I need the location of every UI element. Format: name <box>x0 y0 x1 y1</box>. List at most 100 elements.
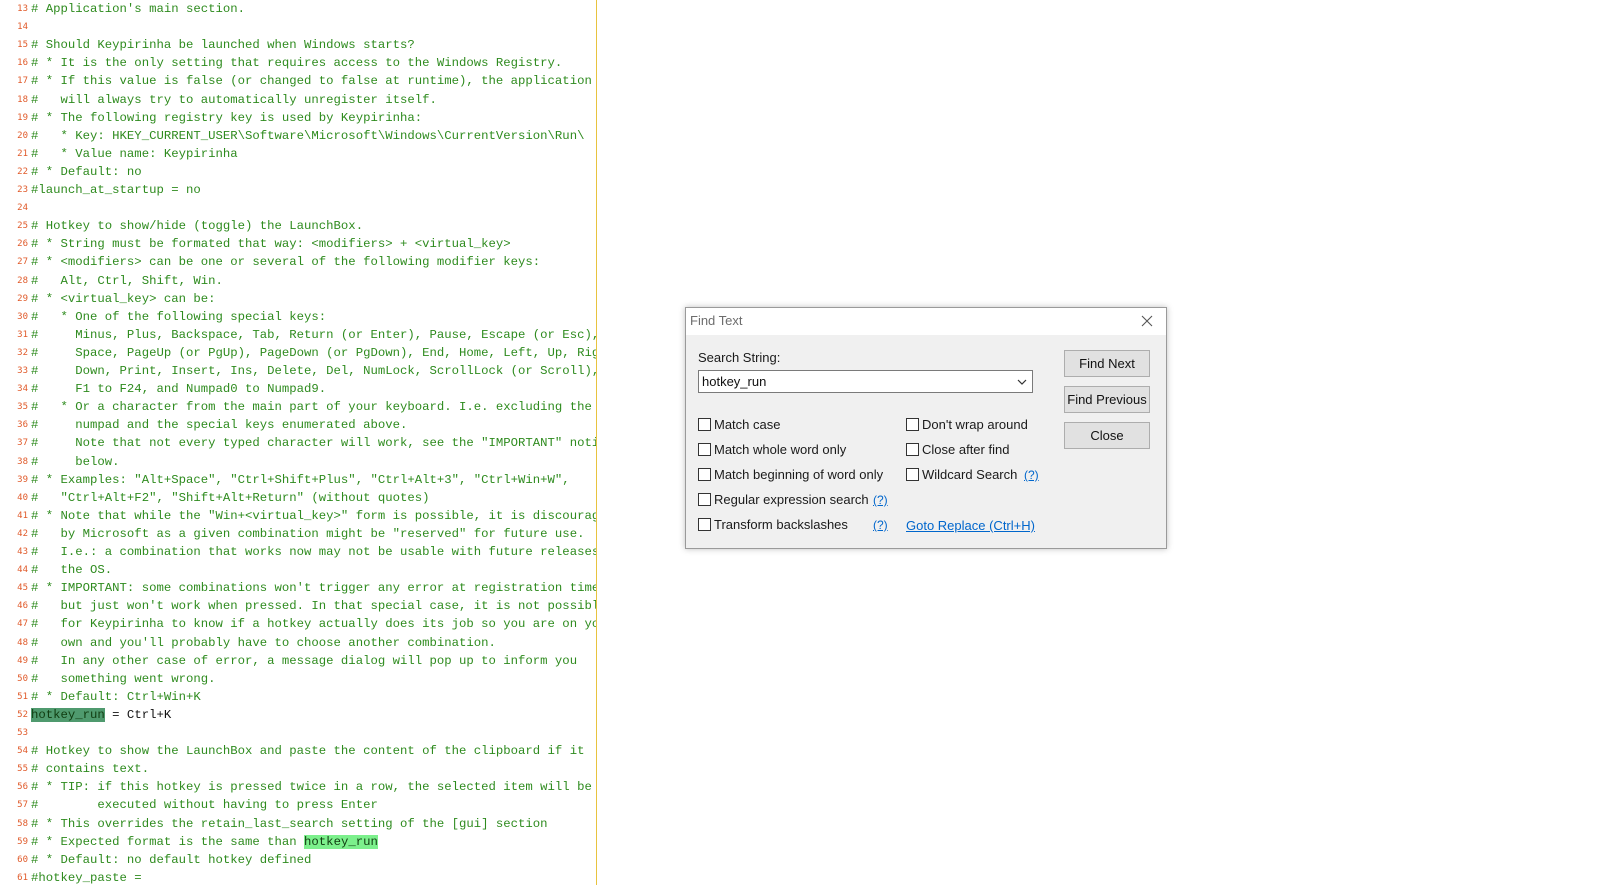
line-content: # executed without having to press Enter <box>31 798 378 813</box>
option-label: Match whole word only <box>714 442 847 457</box>
line-number: 30 <box>17 311 28 322</box>
line-number: 27 <box>17 257 28 268</box>
line-number: 40 <box>17 492 28 503</box>
dialog-titlebar[interactable]: Find Text <box>686 308 1166 335</box>
wildcard-help-link[interactable]: (?) <box>1024 468 1039 482</box>
line-text: # * TIP: if this hotkey is pressed twice… <box>31 778 592 796</box>
find-next-button[interactable]: Find Next <box>1064 350 1150 377</box>
find-text-dialog: Find Text Search String: Find Next Find … <box>685 307 1167 549</box>
option-label: Match beginning of word only <box>714 467 884 482</box>
line-content: # Hotkey to show the LaunchBox and paste… <box>31 744 585 759</box>
line-number: 23 <box>17 185 28 195</box>
line-text: # * Or a character from the main part of… <box>31 398 592 416</box>
line-content: # contains text. <box>31 762 150 777</box>
checkbox-box[interactable] <box>698 518 711 531</box>
line-text: # * One of the following special keys: <box>31 308 326 326</box>
line-content: # In any other case of error, a message … <box>31 653 578 668</box>
line-text: # * This overrides the retain_last_searc… <box>31 815 548 833</box>
close-icon[interactable] <box>1134 310 1160 332</box>
line-content: # * Examples: "Alt+Space", "Ctrl+Shift+P… <box>31 472 570 487</box>
line-number: 42 <box>17 528 28 539</box>
line-content: # Note that not every typed character wi… <box>31 436 596 451</box>
line-number: 36 <box>17 420 28 431</box>
code-editor[interactable]: 13 # Application's main section. 14 15 # Sho… <box>0 0 596 885</box>
checkbox-box[interactable] <box>698 443 711 456</box>
line-content: # own and you'll probably have to choose… <box>31 635 496 650</box>
line-number: 35 <box>17 402 28 413</box>
checkbox-box[interactable] <box>698 493 711 506</box>
line-content: # for Keypirinha to know if a hotkey act… <box>31 617 596 632</box>
line-content: # * If this value is false (or changed t… <box>31 74 592 89</box>
line-number: 49 <box>17 655 28 666</box>
line-text: # * IMPORTANT: some combinations won't t… <box>31 579 596 597</box>
backslash-help-link[interactable]: (?) <box>873 518 888 532</box>
line-content: # * Default: Ctrl+Win+K <box>31 689 201 704</box>
find-previous-button[interactable]: Find Previous <box>1064 386 1150 413</box>
line-text: # contains text. <box>31 760 149 778</box>
line-number: 25 <box>17 221 28 232</box>
option-label: Match case <box>714 417 781 432</box>
line-number: 18 <box>17 94 28 105</box>
line-text: # will always try to automatically unreg… <box>31 91 437 109</box>
checkbox-box[interactable] <box>698 418 711 431</box>
line-number: 41 <box>17 510 28 521</box>
line-text: # In any other case of error, a message … <box>31 652 577 670</box>
line-content: # the OS. <box>31 563 113 578</box>
dialog-title: Find Text <box>690 313 743 328</box>
line-number: 29 <box>17 293 28 304</box>
line-content: # Alt, Ctrl, Shift, Win. <box>31 273 223 288</box>
search-string-combobox[interactable] <box>698 370 1033 393</box>
line-number: 59 <box>17 836 28 847</box>
line-text: hotkey_run = Ctrl+K <box>31 706 171 724</box>
line-text: # * Default: no default hotkey defined <box>31 851 311 869</box>
close-button[interactable]: Close <box>1064 422 1150 449</box>
line-number: 61 <box>17 872 28 883</box>
line-content: # but just won't work when pressed. In t… <box>31 599 596 614</box>
line-content: # Space, PageUp (or PgUp), PageDown (or … <box>31 345 596 360</box>
line-content: # * TIP: if this hotkey is pressed twice… <box>31 780 592 795</box>
line-content: # * Note that while the "Win+<virtual_ke… <box>31 508 596 523</box>
line-content: # * The following registry key is used b… <box>31 110 423 125</box>
line-content: # numpad and the special keys enumerated… <box>31 418 408 433</box>
line-text: # F1 to F24, and Numpad0 to Numpad9. <box>31 380 326 398</box>
selected-match: hotkey_run <box>31 707 105 722</box>
line-number: 44 <box>17 565 28 576</box>
line-number: 48 <box>17 637 28 648</box>
line-text: #launch_at_startup = no <box>31 181 201 199</box>
line-number: 32 <box>17 347 28 358</box>
line-text: # Should Keypirinha be launched when Win… <box>31 36 415 54</box>
goto-replace-link[interactable]: Goto Replace (Ctrl+H) <box>906 518 1035 533</box>
line-content: #launch_at_startup = no <box>31 183 201 197</box>
line-number: 54 <box>17 746 28 757</box>
search-input[interactable] <box>701 373 1007 390</box>
line-number: 43 <box>17 547 28 557</box>
line-text: # * <modifiers> can be one or several of… <box>31 253 540 271</box>
line-text: # numpad and the special keys enumerated… <box>31 416 407 434</box>
line-text: # Down, Print, Insert, Ins, Delete, Del,… <box>31 362 596 380</box>
line-content: # Hotkey to show/hide (toggle) the Launc… <box>31 219 364 234</box>
line-number: 45 <box>17 583 28 594</box>
option-label: Wildcard Search <box>922 467 1018 482</box>
line-number: 16 <box>17 58 28 69</box>
line-text: # the OS. <box>31 561 112 579</box>
line-number: 13 <box>17 4 28 14</box>
checkbox-box[interactable] <box>906 418 919 431</box>
checkbox-box[interactable] <box>906 443 919 456</box>
line-text: # but just won't work when pressed. In t… <box>31 597 596 615</box>
chevron-down-icon[interactable] <box>1012 372 1032 391</box>
line-text: # Note that not every typed character wi… <box>31 434 596 452</box>
checkbox-box[interactable] <box>698 468 711 481</box>
line-text: # * Note that while the "Win+<virtual_ke… <box>31 507 596 525</box>
line-number: 55 <box>17 764 28 775</box>
line-content: # will always try to automatically unreg… <box>31 92 437 107</box>
line-content: # below. <box>31 454 120 469</box>
line-number: 31 <box>17 329 28 340</box>
line-text: # own and you'll probably have to choose… <box>31 634 496 652</box>
regex-help-link[interactable]: (?) <box>873 493 888 507</box>
line-text: # Alt, Ctrl, Shift, Win. <box>31 272 223 290</box>
line-number: 26 <box>17 239 28 250</box>
line-number: 21 <box>17 148 28 159</box>
checkbox-box[interactable] <box>906 468 919 481</box>
line-text: # something went wrong. <box>31 670 215 688</box>
line-content: # * <virtual_key> can be: <box>31 291 216 306</box>
